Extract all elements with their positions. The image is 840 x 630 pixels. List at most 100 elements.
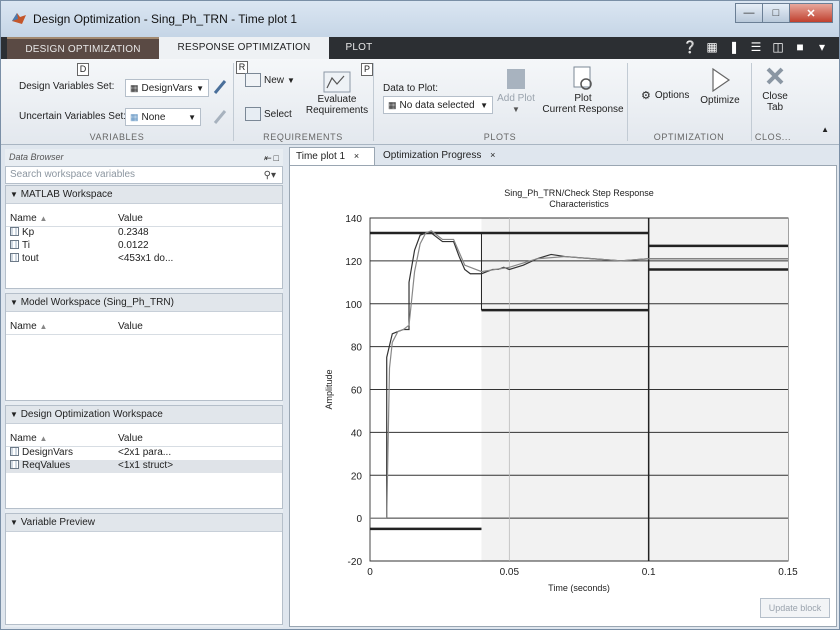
data-browser-title: Data Browser <box>9 152 64 162</box>
sort-asc-icon: ▲ <box>39 434 48 443</box>
plot-current-response-button[interactable]: Plot Current Response <box>541 65 625 115</box>
data-to-plot-label: Data to Plot: <box>383 83 439 94</box>
matlab-logo-icon <box>12 13 26 24</box>
y-tick-label: 120 <box>345 257 362 268</box>
tab-time-plot-1[interactable]: Time plot 1 × <box>289 147 375 165</box>
options-label: Options <box>654 90 690 101</box>
table-row[interactable]: tout <453x1 do... <box>6 253 282 266</box>
table-row[interactable]: Ti 0.0122 <box>6 240 282 253</box>
divider <box>233 63 234 141</box>
optimize-button[interactable]: Optimize <box>695 65 745 106</box>
tab-design-optimization[interactable]: DESIGN OPTIMIZATION <box>7 37 159 59</box>
variable-value: <2x1 para... <box>118 447 172 458</box>
close-label: Close <box>762 91 788 102</box>
variable-name: Ti <box>22 240 30 251</box>
maximize-button[interactable]: □ <box>762 3 790 23</box>
layout-icon[interactable]: ◫ <box>771 40 785 54</box>
select-requirement-button[interactable]: Select <box>245 107 292 121</box>
add-plot-icon <box>507 69 525 89</box>
update-block-button[interactable]: Update block <box>760 598 830 618</box>
variable-value: 0.0122 <box>118 240 149 251</box>
title-bar: Design Optimization - Sing_Ph_TRN - Time… <box>1 1 839 37</box>
model-workspace-header[interactable]: ▼ Model Workspace (Sing_Ph_TRN) <box>6 294 282 312</box>
tile-horizontal-icon[interactable]: ☰ <box>749 40 763 54</box>
sort-asc-icon: ▲ <box>39 322 48 331</box>
table-row[interactable]: Kp 0.2348 <box>6 227 282 240</box>
model-workspace-panel: ▼ Model Workspace (Sing_Ph_TRN) Name ▲ V… <box>5 293 283 401</box>
evaluate-requirements-icon <box>323 71 351 93</box>
variable-icon <box>10 240 19 249</box>
variable-value: <1x1 struct> <box>118 460 174 471</box>
add-plot-button[interactable]: Add Plot ▼ <box>491 65 541 115</box>
ribbon-tab-bar: DESIGN OPTIMIZATION RESPONSE OPTIMIZATIO… <box>1 37 839 59</box>
dock-icon[interactable]: ⇤ □ <box>264 150 279 166</box>
matlab-workspace-header[interactable]: ▼ MATLAB Workspace <box>6 186 282 204</box>
table-row[interactable]: DesignVars <2x1 para... <box>6 447 282 460</box>
tab-optimization-progress[interactable]: Optimization Progress × <box>377 147 497 165</box>
section-variables: VARIABLES <box>89 132 145 142</box>
name-column-header[interactable]: Name ▲ <box>10 321 47 332</box>
edit-uncertain-vars-icon[interactable] <box>213 109 227 128</box>
close-tab-icon[interactable]: × <box>490 150 495 160</box>
ribbon-toolstrip: D Design Variables Set: ▦ DesignVars ▼ U… <box>1 59 839 145</box>
value-column-header[interactable]: Value <box>118 321 143 332</box>
uncertain-vars-value: None <box>141 111 166 123</box>
help-icon[interactable]: ❔ <box>683 40 698 54</box>
single-layout-icon[interactable]: ■ <box>793 40 807 54</box>
section-requirements: REQUIREMENTS <box>263 132 343 142</box>
evaluate-label-2: Requirements <box>305 105 369 116</box>
minimize-button[interactable]: — <box>735 3 763 23</box>
y-tick-label: 80 <box>351 343 363 354</box>
window-title: Design Optimization - Sing_Ph_TRN - Time… <box>33 12 298 26</box>
variable-name: DesignVars <box>22 447 73 458</box>
variable-preview-header[interactable]: ▼ Variable Preview <box>6 514 282 532</box>
name-column-header[interactable]: Name ▲ <box>10 213 47 224</box>
current-response-label: Current Response <box>542 104 624 115</box>
table-row[interactable]: ReqValues <1x1 struct> <box>6 460 282 473</box>
name-header-label: Name <box>10 433 37 444</box>
chevron-down-icon: ▼ <box>512 105 520 114</box>
uncertain-vars-label: Uncertain Variables Set: <box>19 111 127 122</box>
search-icon[interactable]: ⚲▾ <box>264 168 276 184</box>
design-vars-dropdown[interactable]: ▦ DesignVars ▼ <box>125 79 209 97</box>
close-icon: ✕ <box>806 7 816 20</box>
x-tick-label: 0.1 <box>642 567 656 578</box>
close-icon <box>766 67 784 85</box>
struct-icon <box>10 460 19 469</box>
value-column-header[interactable]: Value <box>118 213 143 224</box>
data-to-plot-value: No data selected <box>399 99 475 111</box>
close-tab-icon[interactable]: × <box>354 151 359 161</box>
select-label: Select <box>264 108 292 120</box>
chart-title-line-2: Characteristics <box>549 199 609 209</box>
collapse-ribbon-icon[interactable]: ▲ <box>821 125 829 134</box>
tile-all-icon[interactable]: ▦ <box>705 40 719 54</box>
search-placeholder: Search workspace variables <box>10 169 136 180</box>
design-workspace-title: Design Optimization Workspace <box>20 409 163 420</box>
step-response-chart[interactable]: -20 0 20 40 60 80 100 120 140 0 0.05 0.1 0.15 Sing_Ph… <box>290 166 836 626</box>
uncertain-vars-dropdown[interactable]: ▦ None ▼ <box>125 108 201 126</box>
close-window-button[interactable]: ✕ <box>789 3 833 23</box>
edit-design-vars-icon[interactable] <box>213 79 227 98</box>
chevron-down-icon: ▼ <box>287 75 295 85</box>
tab-label: Tab <box>766 102 784 113</box>
variable-value: <453x1 do... <box>118 253 174 264</box>
y-tick-label: -20 <box>348 557 363 568</box>
value-column-header[interactable]: Value <box>118 433 143 444</box>
search-input[interactable]: Search workspace variables ⚲▾ <box>5 166 283 184</box>
variable-icon <box>10 227 19 236</box>
tab-response-optimization[interactable]: RESPONSE OPTIMIZATION <box>159 37 329 59</box>
x-tick-label: 0.05 <box>500 567 520 578</box>
design-vars-value: DesignVars <box>141 82 193 94</box>
evaluate-requirements-button[interactable]: P Evaluate Requirements <box>301 63 373 116</box>
tile-vertical-icon[interactable]: ❚ <box>727 40 741 54</box>
options-button[interactable]: ⚙ Options <box>641 89 689 102</box>
tab-label: Optimization Progress <box>383 150 482 161</box>
expand-icon[interactable]: ▾ <box>815 40 829 54</box>
tab-plot[interactable]: PLOT <box>329 37 389 59</box>
close-tab-button[interactable]: Close Tab <box>755 63 795 113</box>
collapse-icon: ▼ <box>10 518 18 527</box>
data-to-plot-dropdown[interactable]: ▦ No data selected ▼ <box>383 96 493 114</box>
new-requirement-button[interactable]: New ▼ <box>245 73 295 87</box>
design-workspace-header[interactable]: ▼ Design Optimization Workspace <box>6 406 282 424</box>
name-column-header[interactable]: Name ▲ <box>10 433 47 444</box>
